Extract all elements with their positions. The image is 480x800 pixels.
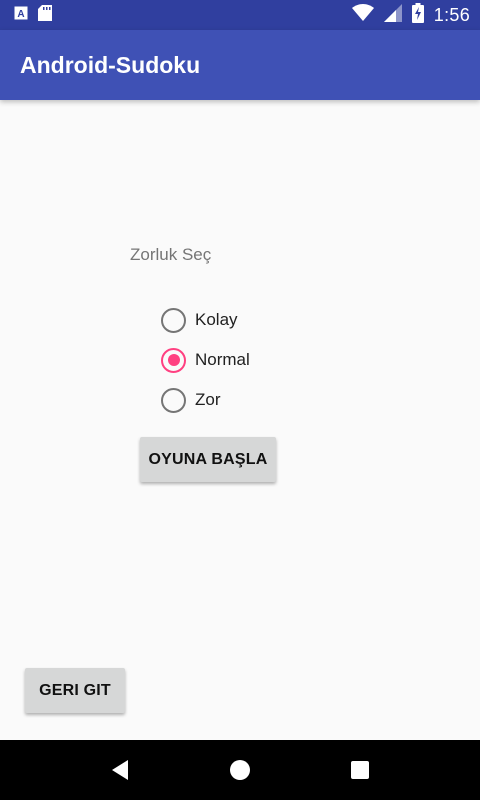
home-icon[interactable] (220, 750, 260, 790)
status-left: A (14, 4, 52, 26)
sd-card-icon (38, 4, 52, 26)
radio-button-unchecked-icon[interactable] (161, 387, 186, 413)
status-bar: A 1:56 (0, 0, 480, 30)
recents-icon[interactable] (340, 750, 380, 790)
go-back-button[interactable]: GERI GIT (25, 668, 125, 713)
status-right: 1:56 (351, 2, 470, 28)
back-icon[interactable] (100, 750, 140, 790)
radio-button-checked-icon[interactable] (161, 347, 186, 373)
font-icon: A (14, 6, 28, 25)
app-title: Android-Sudoku (20, 51, 201, 78)
signal-icon (383, 3, 402, 27)
radio-label: Zor (195, 390, 221, 409)
radio-option-zor[interactable]: Zor (161, 380, 250, 420)
screen: A 1:56 Android-Sudoku Zorluk Seç Kolay N… (0, 0, 480, 800)
radio-label: Normal (195, 350, 250, 369)
start-game-button[interactable]: OYUNA BAŞLA (140, 437, 276, 482)
radio-button-unchecked-icon[interactable] (161, 307, 186, 333)
difficulty-label: Zorluk Seç (130, 245, 212, 264)
radio-option-normal[interactable]: Normal (161, 340, 250, 380)
radio-dot (167, 354, 180, 366)
wifi-icon (351, 4, 374, 26)
app-bar: Android-Sudoku (0, 30, 480, 100)
radio-option-kolay[interactable]: Kolay (161, 300, 250, 340)
navigation-bar (0, 740, 480, 800)
difficulty-radio-group: Kolay Normal Zor (161, 300, 250, 420)
status-time: 1:56 (433, 4, 470, 25)
svg-text:A: A (17, 9, 24, 20)
radio-label: Kolay (195, 310, 238, 329)
battery-charging-icon (411, 2, 424, 28)
